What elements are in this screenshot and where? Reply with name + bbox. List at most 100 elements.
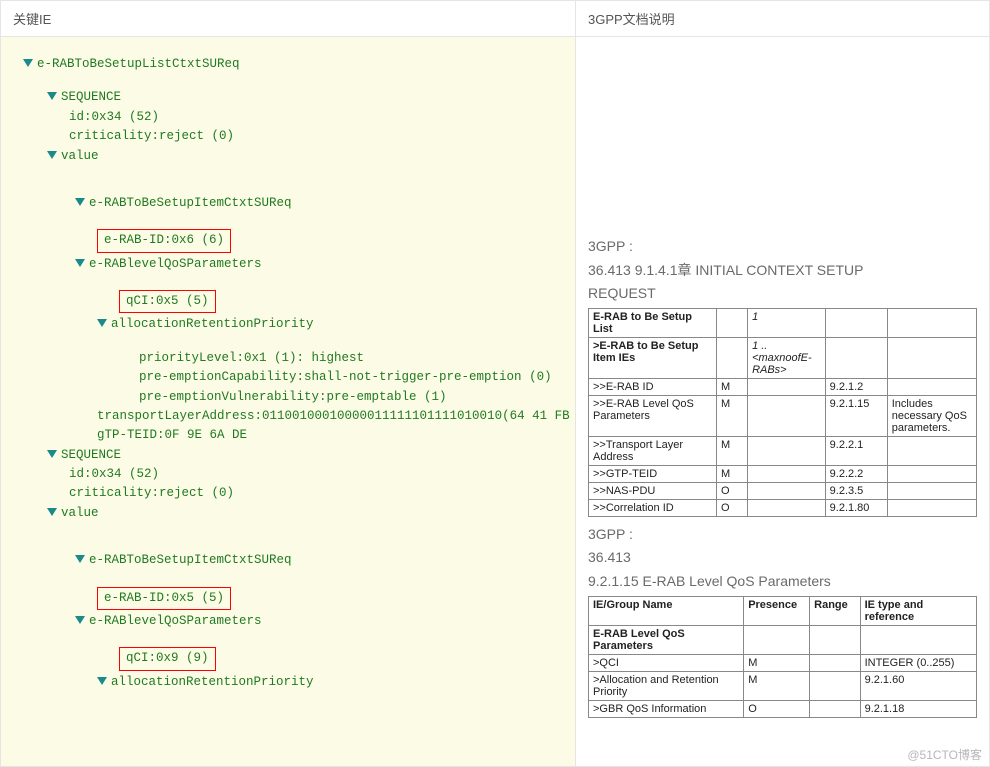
chevron-down-icon[interactable] [47,508,57,516]
cell: <maxnoofE-RABs> [752,352,812,376]
tree-priority: priorityLevel:0x1 (1): highest [139,349,565,368]
chevron-down-icon[interactable] [75,616,85,624]
cell: O [744,700,810,717]
cell: M [717,378,748,395]
cell: 1 .. [752,340,767,352]
chevron-down-icon[interactable] [97,319,107,327]
tree-arp-2[interactable]: allocationRetentionPriority [97,673,565,692]
cell: M [744,654,810,671]
two-pane-layout: 关键IE e-RABToBeSetupListCtxtSUReq SEQUENC… [0,0,990,767]
cell: >>NAS-PDU [589,482,717,499]
cell: M [717,465,748,482]
highlight-qci-2: qCI:0x9 (9) [119,647,216,670]
cell: >>Transport Layer Address [589,436,717,465]
tree-qos-2[interactable]: e-RABlevelQoSParameters [75,612,565,631]
cell: >>E-RAB Level QoS Parameters [589,395,717,436]
tree-label: SEQUENCE [61,448,121,462]
cell: 9.2.2.1 [825,436,887,465]
cell: O [717,499,748,516]
chevron-down-icon[interactable] [47,450,57,458]
spec-ref-2a: 36.413 [588,548,977,568]
left-pane: 关键IE e-RABToBeSetupListCtxtSUReq SEQUENC… [1,1,576,766]
col-header: Presence [744,596,810,625]
cell: 9.2.1.80 [825,499,887,516]
spec-table-2: IE/Group Name Presence Range IE type and… [588,596,977,718]
protocol-tree: e-RABToBeSetupListCtxtSUReq SEQUENCE id:… [1,37,575,766]
tree-item[interactable]: e-RABToBeSetupItemCtxtSUReq [75,194,565,213]
tree-value[interactable]: value [47,147,565,166]
chevron-down-icon[interactable] [47,92,57,100]
cell: >>E-RAB ID [589,378,717,395]
cell: >GBR QoS Information [589,700,744,717]
tree-label: value [61,506,99,520]
cell: Includes necessary QoS parameters. [887,395,976,436]
cell: 9.2.3.5 [825,482,887,499]
cell: M [717,436,748,465]
spec-label-2: 3GPP : [588,525,977,545]
col-header: Range [810,596,860,625]
highlight-erab-id-1: e-RAB-ID:0x6 (6) [97,229,231,252]
tree-label: allocationRetentionPriority [111,675,314,689]
chevron-down-icon[interactable] [75,555,85,563]
chevron-down-icon[interactable] [75,259,85,267]
cell: E-RAB Level QoS Parameters [593,628,685,652]
spec-label-1: 3GPP : [588,237,977,257]
tree-label: value [61,149,99,163]
cell: >Allocation and Retention Priority [589,671,744,700]
tree-label: e-RABlevelQoSParameters [89,614,262,628]
tree-label: e-RABToBeSetupListCtxtSUReq [37,57,240,71]
tree-label: allocationRetentionPriority [111,317,314,331]
tree-preempt-vuln: pre-emptionVulnerability:pre-emptable (1… [139,388,565,407]
chevron-down-icon[interactable] [47,151,57,159]
cell: M [744,671,810,700]
cell: 9.2.1.2 [825,378,887,395]
right-header: 3GPP文档说明 [576,1,989,37]
cell: 1 [748,308,826,337]
highlight-qci-1: qCI:0x5 (5) [119,290,216,313]
cell: 9.2.1.60 [860,671,976,700]
tree-gtp-teid: gTP-TEID:0F 9E 6A DE [97,426,565,445]
left-header: 关键IE [1,1,575,37]
tree-criticality: criticality:reject (0) [69,127,565,146]
spec-panel: 3GPP : 36.413 9.1.4.1章 INITIAL CONTEXT S… [576,37,989,766]
cell: O [717,482,748,499]
spec-ref-1a: 36.413 9.1.4.1章 INITIAL CONTEXT SETUP [588,261,977,281]
tree-label: e-RABToBeSetupItemCtxtSUReq [89,196,292,210]
watermark: @51CTO博客 [907,746,982,763]
tree-label: e-RABlevelQoSParameters [89,257,262,271]
tree-item-2[interactable]: e-RABToBeSetupItemCtxtSUReq [75,551,565,570]
cell: M [717,395,748,436]
spec-ref-2b: 9.2.1.15 E-RAB Level QoS Parameters [588,572,977,592]
right-pane: 3GPP文档说明 3GPP : 36.413 9.1.4.1章 INITIAL … [576,1,989,766]
cell: 9.2.2.2 [825,465,887,482]
tree-preempt-cap: pre-emptionCapability:shall-not-trigger-… [139,368,565,387]
cell: 9.2.1.18 [860,700,976,717]
spec-ref-1b: REQUEST [588,284,977,304]
tree-sequence[interactable]: SEQUENCE [47,88,565,107]
tree-value-2[interactable]: value [47,504,565,523]
tree-sequence-2[interactable]: SEQUENCE [47,446,565,465]
tree-transport-addr: transportLayerAddress:011001000100000111… [97,407,565,426]
spec-table-1: E-RAB to Be Setup List 1 >E-RAB to Be Set… [588,308,977,517]
tree-root[interactable]: e-RABToBeSetupListCtxtSUReq [23,55,565,74]
highlight-erab-id-2: e-RAB-ID:0x5 (5) [97,587,231,610]
cell: INTEGER (0..255) [860,654,976,671]
chevron-down-icon[interactable] [97,677,107,685]
tree-arp[interactable]: allocationRetentionPriority [97,315,565,334]
tree-qos[interactable]: e-RABlevelQoSParameters [75,255,565,274]
cell: >>GTP-TEID [589,465,717,482]
cell: 9.2.1.15 [825,395,887,436]
cell: E-RAB to Be Setup List [593,311,692,335]
tree-label: SEQUENCE [61,90,121,104]
cell: >E-RAB to Be Setup Item IEs [593,340,698,364]
chevron-down-icon[interactable] [23,59,33,67]
cell: >QCI [589,654,744,671]
col-header: IE type and reference [860,596,976,625]
tree-criticality-2: criticality:reject (0) [69,484,565,503]
tree-id-2: id:0x34 (52) [69,465,565,484]
col-header: IE/Group Name [589,596,744,625]
tree-id: id:0x34 (52) [69,108,565,127]
cell: >>Correlation ID [589,499,717,516]
chevron-down-icon[interactable] [75,198,85,206]
tree-label: e-RABToBeSetupItemCtxtSUReq [89,553,292,567]
